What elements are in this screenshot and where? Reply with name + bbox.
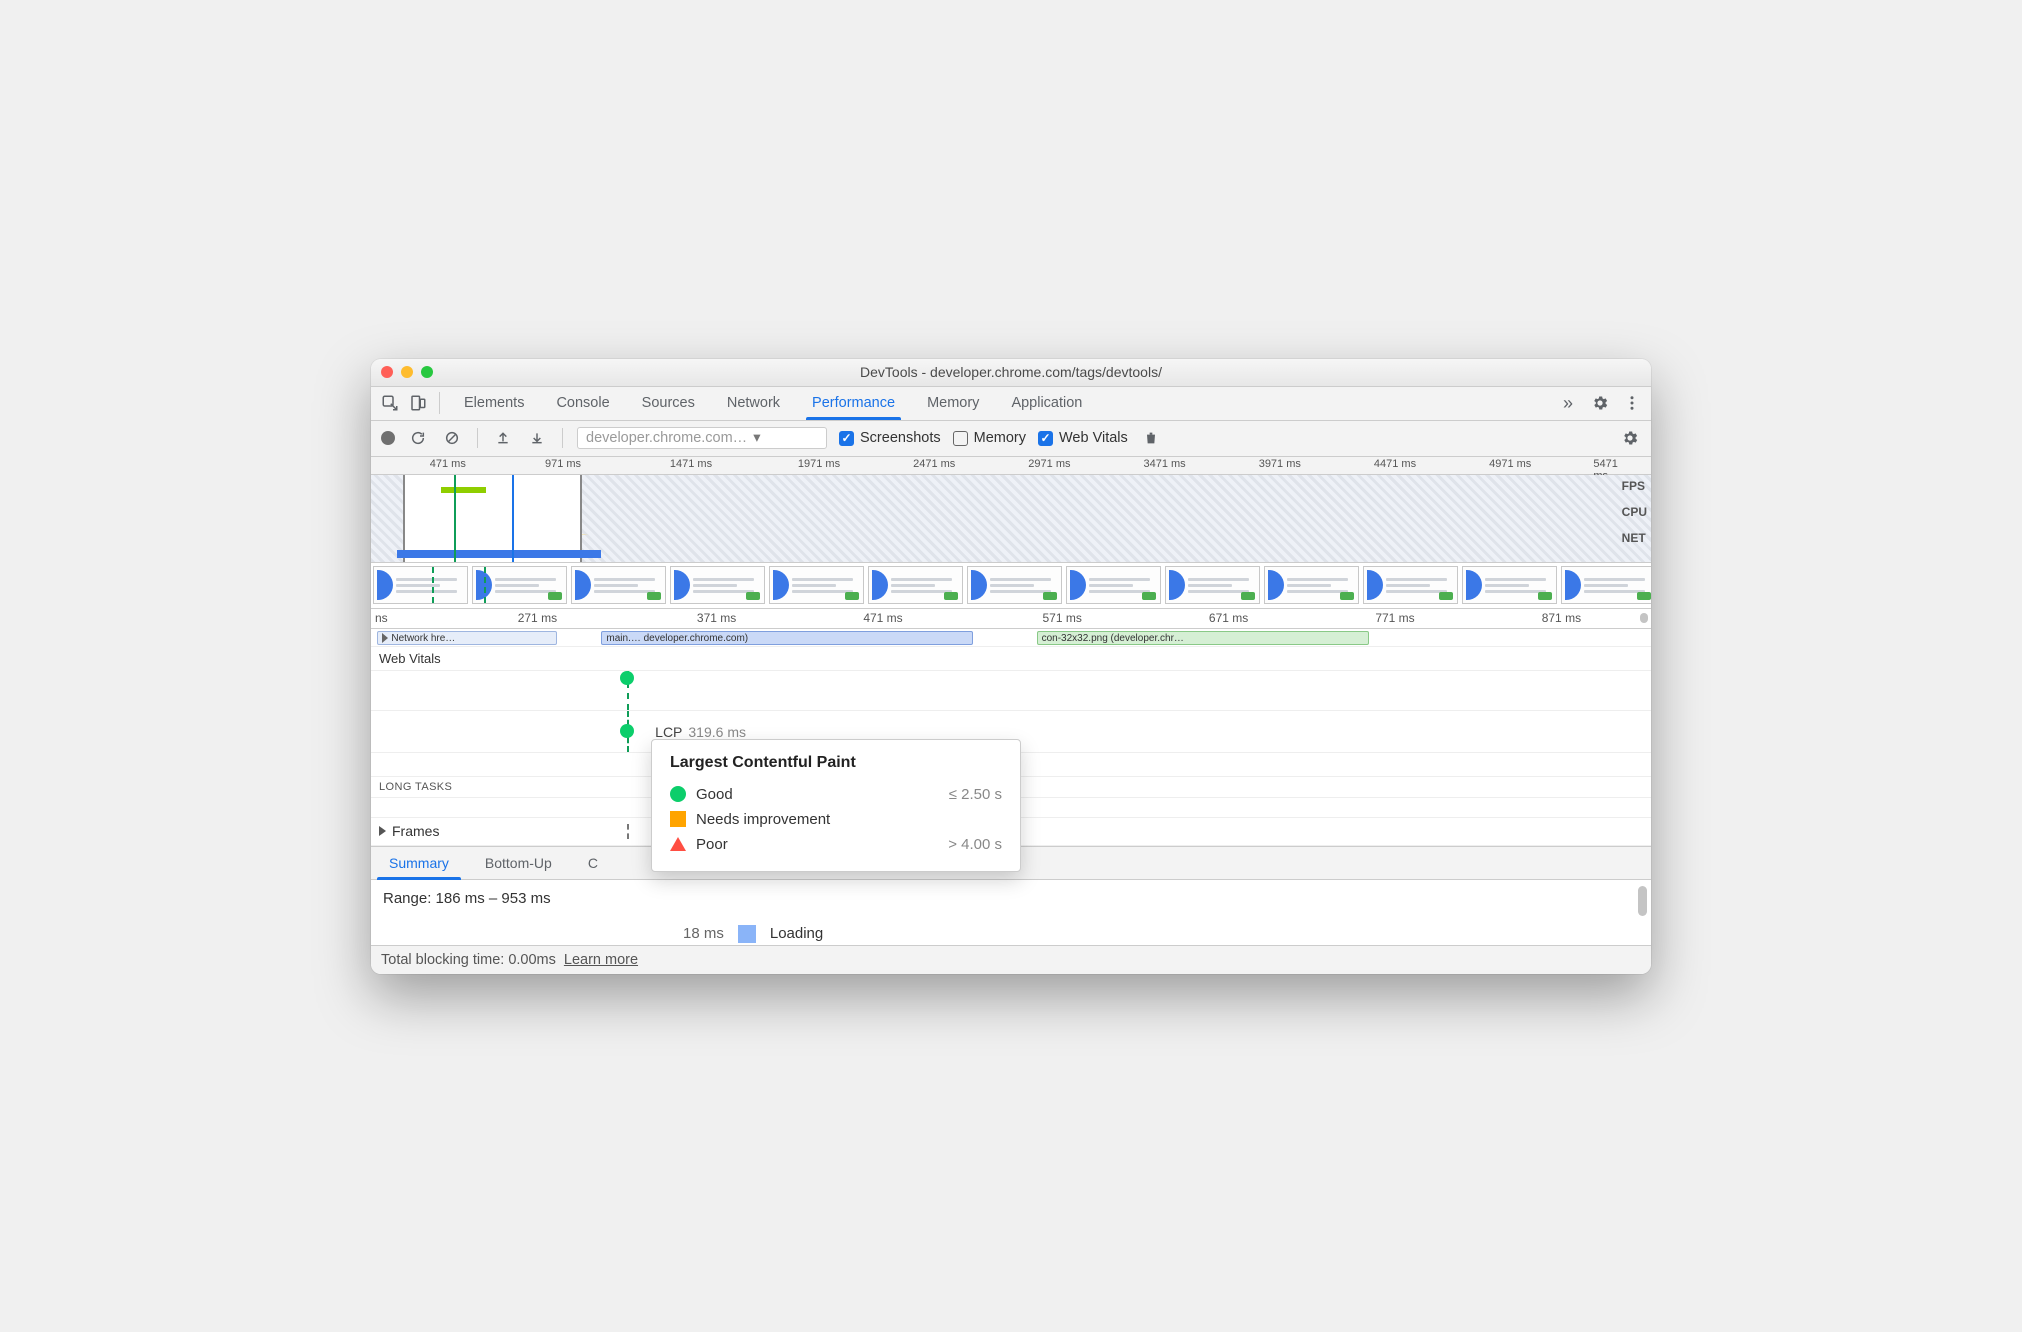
main-tabs: Elements Console Sources Network Perform… (448, 387, 1557, 420)
status-bar: Total blocking time: 0.00ms Learn more (371, 945, 1651, 974)
detail-tab-summary[interactable]: Summary (371, 847, 467, 879)
flame-scrollbar-thumb[interactable] (1640, 613, 1648, 623)
filmstrip-frame[interactable] (670, 566, 765, 604)
tooltip-row-good: Good ≤ 2.50 s (670, 782, 1002, 807)
tab-sources[interactable]: Sources (626, 387, 711, 420)
inspect-element-icon[interactable] (379, 392, 401, 414)
memory-checkbox[interactable]: Memory (953, 430, 1026, 446)
profile-selector[interactable]: developer.chrome.com… ▾ (577, 427, 827, 449)
overview-ruler: 471 ms 971 ms 1471 ms 1971 ms 2471 ms 29… (371, 457, 1651, 475)
record-button[interactable] (381, 431, 395, 445)
tab-application[interactable]: Application (995, 387, 1098, 420)
detail-body: Range: 186 ms – 953 ms 18 ms Loading (371, 880, 1651, 945)
device-toolbar-icon[interactable] (407, 392, 429, 414)
load-profile-icon[interactable] (492, 427, 514, 449)
detail-scrollbar-thumb[interactable] (1638, 886, 1647, 916)
needs-improvement-swatch-icon (670, 811, 686, 827)
detail-tab-truncated[interactable]: C (570, 847, 616, 879)
tab-console[interactable]: Console (540, 387, 625, 420)
minimize-window-button[interactable] (401, 366, 413, 378)
detail-tab-bottomup[interactable]: Bottom-Up (467, 847, 570, 879)
tab-performance[interactable]: Performance (796, 387, 911, 420)
poor-swatch-icon (670, 837, 686, 851)
checkbox-unchecked-icon (953, 431, 968, 446)
overview-selection[interactable] (403, 475, 582, 562)
kebab-menu-icon[interactable] (1621, 392, 1643, 414)
filmstrip-frame[interactable] (571, 566, 666, 604)
overview-pane[interactable]: 471 ms 971 ms 1471 ms 1971 ms 2471 ms 29… (371, 457, 1651, 563)
lcp-marker-dot[interactable] (620, 724, 634, 738)
zoom-window-button[interactable] (421, 366, 433, 378)
tooltip-row-poor: Poor > 4.00 s (670, 832, 1002, 857)
traffic-lights (381, 366, 433, 378)
lcp-value: 319.6 ms (688, 724, 746, 740)
filmstrip-frame[interactable] (373, 566, 468, 604)
tooltip-title: Largest Contentful Paint (670, 754, 1002, 772)
profile-selector-label: developer.chrome.com… (586, 430, 747, 446)
save-profile-icon[interactable] (526, 427, 548, 449)
legend-label: Loading (770, 925, 823, 942)
blocking-time-text: Total blocking time: 0.00ms (381, 952, 556, 968)
summary-legend-row: 18 ms Loading (383, 925, 1639, 943)
filmstrip-frame[interactable] (868, 566, 963, 604)
learn-more-link[interactable]: Learn more (564, 952, 638, 968)
filmstrip-frame[interactable] (1066, 566, 1161, 604)
checkbox-checked-icon: ✓ (839, 431, 854, 446)
tab-network[interactable]: Network (711, 387, 796, 420)
webvitals-lane[interactable] (371, 671, 1651, 711)
filmstrip-frame[interactable] (1561, 566, 1651, 604)
titlebar: DevTools - developer.chrome.com/tags/dev… (371, 359, 1651, 387)
clear-icon[interactable] (441, 427, 463, 449)
screenshots-checkbox[interactable]: ✓ Screenshots (839, 430, 941, 446)
network-lane[interactable]: Network hre… main.… developer.chrome.com… (371, 629, 1651, 647)
filmstrip-frame[interactable] (1165, 566, 1260, 604)
filmstrip-frame[interactable] (1363, 566, 1458, 604)
overview-fcp-marker (454, 475, 456, 562)
webvitals-checkbox[interactable]: ✓ Web Vitals (1038, 430, 1128, 446)
tab-elements[interactable]: Elements (448, 387, 540, 420)
checkbox-checked-icon: ✓ (1038, 431, 1053, 446)
more-tabs-icon[interactable]: » (1557, 393, 1579, 414)
collect-garbage-icon[interactable] (1140, 427, 1162, 449)
good-swatch-icon (670, 786, 686, 802)
devtools-window: DevTools - developer.chrome.com/tags/dev… (371, 359, 1651, 974)
capture-settings-gear-icon[interactable] (1619, 427, 1641, 449)
close-window-button[interactable] (381, 366, 393, 378)
lcp-metric-label: LCP (655, 724, 682, 740)
main-tabbar: Elements Console Sources Network Perform… (371, 387, 1651, 421)
range-text: Range: 186 ms – 953 ms (383, 890, 1639, 907)
overview-net-lane (371, 550, 1651, 558)
loading-color-swatch-icon (738, 925, 756, 943)
section-webvitals[interactable]: Web Vitals (371, 647, 1651, 671)
tab-memory[interactable]: Memory (911, 387, 995, 420)
tooltip-row-needsimprovement: Needs improvement (670, 807, 1002, 832)
flamechart-pane[interactable]: ns 271 ms 371 ms 471 ms 571 ms 671 ms 77… (371, 609, 1651, 846)
legend-ms: 18 ms (683, 925, 724, 942)
vital-marker-dot[interactable] (620, 671, 634, 685)
reload-record-icon[interactable] (407, 427, 429, 449)
settings-gear-icon[interactable] (1589, 392, 1611, 414)
overview-load-marker (512, 475, 514, 562)
filmstrip-frame[interactable] (769, 566, 864, 604)
filmstrip-frame[interactable] (472, 566, 567, 604)
window-title: DevTools - developer.chrome.com/tags/dev… (371, 364, 1651, 380)
filmstrip-frame[interactable] (1462, 566, 1557, 604)
filmstrip-frame[interactable] (1264, 566, 1359, 604)
performance-toolbar: developer.chrome.com… ▾ ✓ Screenshots Me… (371, 421, 1651, 457)
caret-down-icon: ▾ (753, 430, 760, 446)
lcp-tooltip: Largest Contentful Paint Good ≤ 2.50 s N… (651, 739, 1021, 872)
filmstrip[interactable] (371, 563, 1651, 609)
flamechart-ruler: ns 271 ms 371 ms 471 ms 571 ms 671 ms 77… (371, 609, 1651, 629)
filmstrip-frame[interactable] (967, 566, 1062, 604)
overview-row-labels: FPS CPU NET (1622, 479, 1647, 545)
expand-triangle-icon[interactable] (379, 826, 386, 836)
